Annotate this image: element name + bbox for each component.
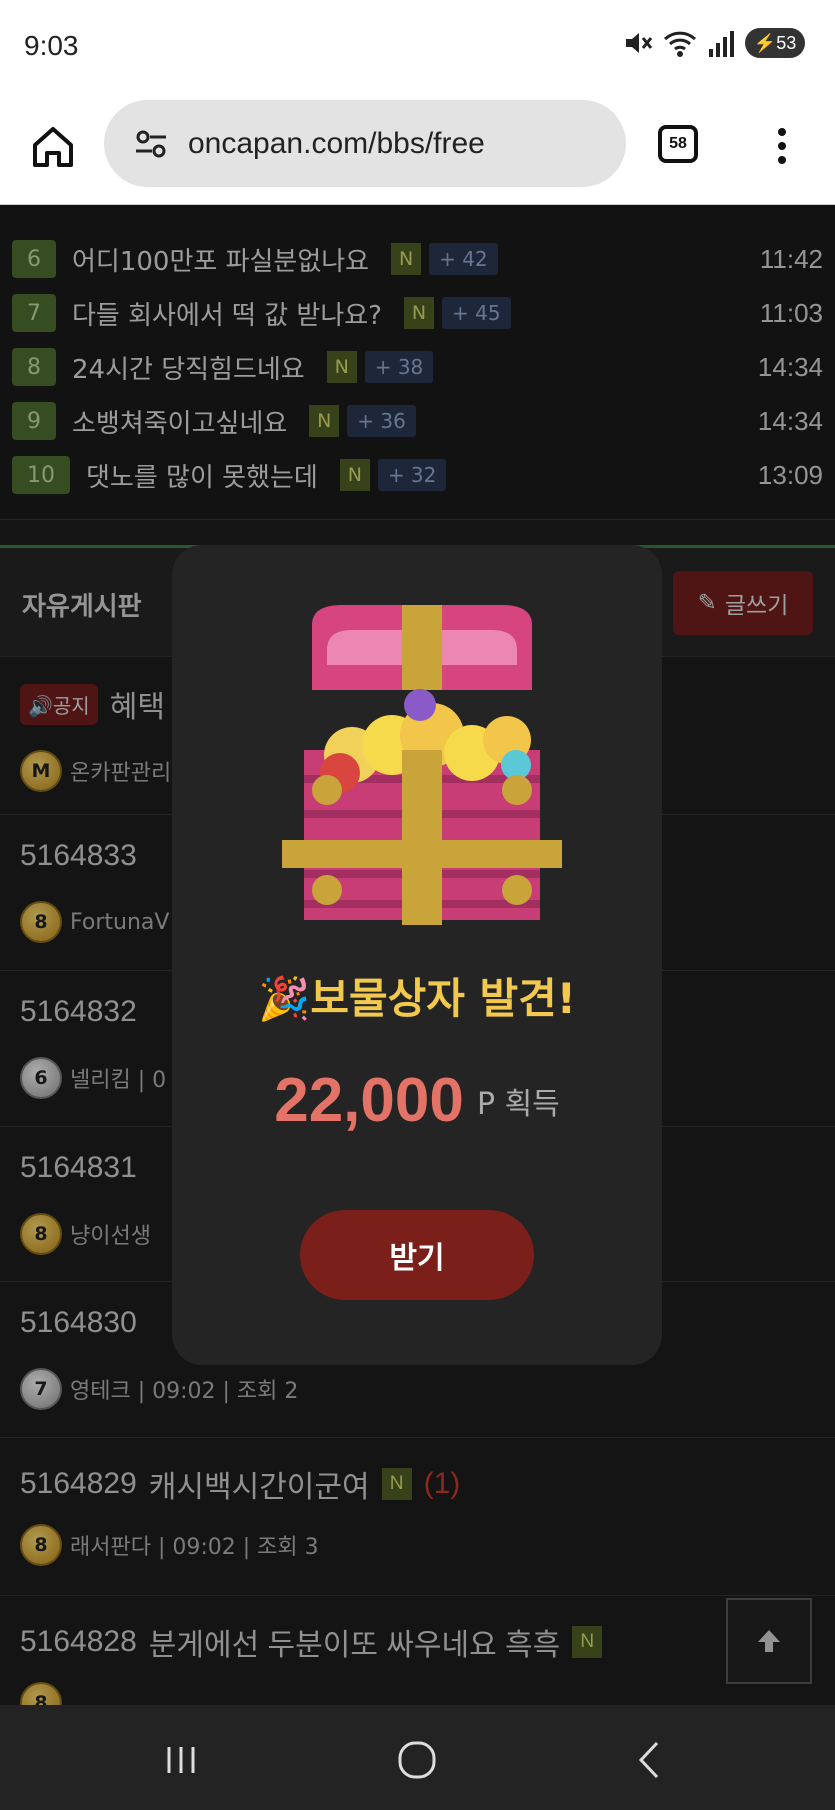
points-reward: 22,000 P 획득	[172, 1065, 662, 1136]
browser-toolbar: oncapan.com/bbs/free 58	[0, 95, 835, 205]
points-amount: 22,000	[274, 1066, 464, 1135]
signal-icon	[709, 31, 734, 57]
status-icons: ⚡ 53	[623, 28, 805, 58]
home-nav-icon[interactable]	[392, 1735, 442, 1785]
battery-indicator: ⚡ 53	[745, 28, 805, 58]
recent-apps-icon[interactable]	[156, 1735, 206, 1785]
reward-modal: 🎉보물상자 발견! 22,000 P 획득 받기	[172, 545, 662, 1365]
status-time: 9:03	[24, 30, 79, 61]
url-text: oncapan.com/bbs/free	[188, 126, 485, 160]
back-icon[interactable]	[625, 1735, 675, 1785]
status-bar: 9:03 ⚡ 53	[0, 0, 835, 95]
receive-button[interactable]: 받기	[300, 1210, 534, 1300]
tab-switcher-button[interactable]: 58	[658, 125, 698, 163]
charging-icon: ⚡	[753, 32, 777, 53]
modal-title: 🎉보물상자 발견!	[258, 974, 576, 1023]
wifi-icon	[663, 31, 697, 57]
address-bar[interactable]: oncapan.com/bbs/free	[104, 100, 626, 187]
more-menu-icon[interactable]	[770, 125, 794, 167]
home-icon[interactable]	[30, 123, 76, 169]
system-nav-bar	[0, 1705, 835, 1810]
points-unit: P 획득	[476, 1086, 560, 1122]
site-settings-icon[interactable]	[134, 129, 168, 159]
mute-icon	[626, 33, 653, 53]
treasure-chest-icon	[282, 605, 562, 925]
